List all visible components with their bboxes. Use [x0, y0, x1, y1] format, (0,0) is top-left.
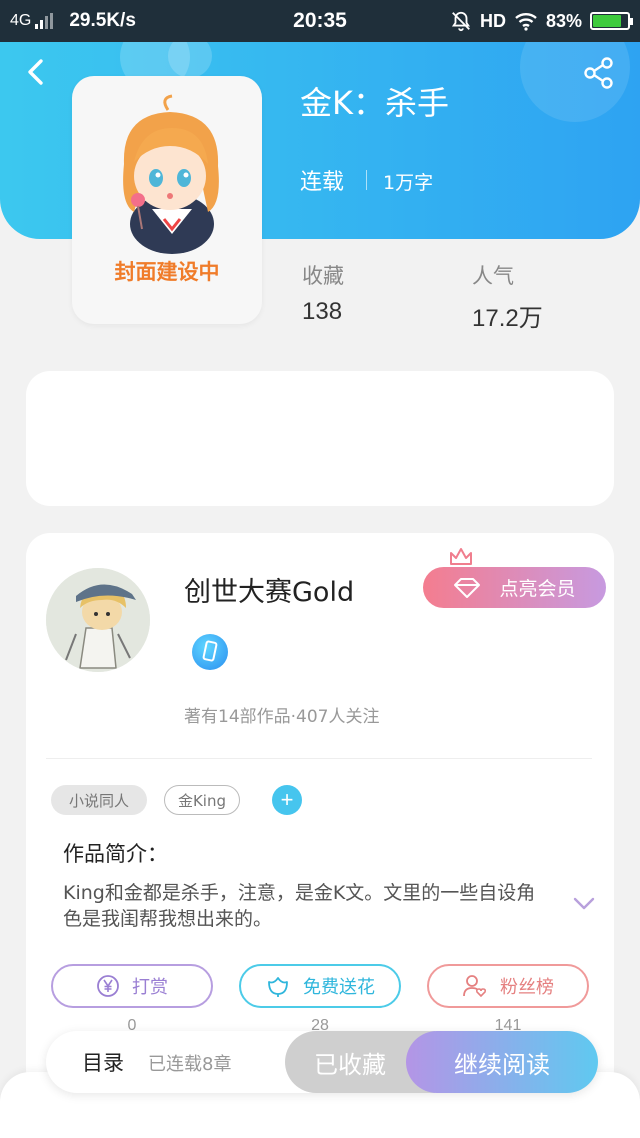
tip-button[interactable]: 打赏: [51, 964, 213, 1008]
book-status: 连载: [300, 170, 345, 195]
word-count: 1万字: [383, 172, 434, 194]
continue-reading-button[interactable]: 继续阅读: [406, 1031, 598, 1093]
wifi-icon: [515, 13, 537, 31]
chevron-down-icon[interactable]: [572, 896, 596, 912]
share-icon[interactable]: [582, 56, 616, 90]
cover-illustration: [123, 94, 219, 254]
toc-button[interactable]: 目录: [82, 1047, 124, 1077]
fan-ranking-button[interactable]: 粉丝榜: [427, 964, 589, 1008]
favorites-label: 收藏: [302, 264, 344, 288]
book-title: 金K：杀手: [300, 84, 449, 122]
continue-reading-label: 继续阅读: [454, 1050, 550, 1079]
cover-caption: 封面建设中: [114, 260, 220, 284]
vip-button[interactable]: 点亮会员: [423, 567, 606, 608]
divider: [366, 170, 367, 190]
author-name[interactable]: 创世大赛Gold: [184, 570, 354, 609]
vip-label: 点亮会员: [499, 578, 576, 600]
crown-icon: [450, 548, 472, 565]
send-flower-label: 免费送花: [303, 977, 375, 998]
tip-label: 打赏: [132, 977, 168, 998]
mute-bell-icon: [451, 11, 471, 32]
battery-icon: [590, 12, 633, 30]
tag-chip[interactable]: 小说同人: [51, 785, 147, 815]
tag-chip[interactable]: 金King: [164, 785, 240, 815]
divider: [46, 758, 592, 759]
back-arrow-icon[interactable]: [22, 58, 50, 86]
chapter-status[interactable]: 已连载8章: [148, 1050, 231, 1076]
collected-label: 已收藏: [314, 1050, 386, 1079]
decor-bubble: [168, 42, 212, 78]
intro-text: King和金都是杀手，注意，是金K文。文里的一些自设角色是我闺帮我想出来的。: [63, 882, 536, 930]
yen-coin-icon: [97, 975, 119, 997]
flower-icon: [268, 977, 288, 997]
author-meta: 著有14部作品·407人关注: [184, 707, 380, 727]
popularity-value: 17.2万: [472, 305, 543, 332]
battery-percent: 83%: [545, 10, 582, 31]
battery-level: [593, 15, 622, 27]
empty-card: [26, 371, 614, 506]
user-heart-icon: [463, 975, 487, 998]
author-badge-icon: [192, 634, 228, 670]
status-bar: 4G 29.5K/s 20:35 HD 83%: [0, 0, 640, 42]
add-tag-button[interactable]: +: [272, 785, 302, 815]
popularity-label: 人气: [472, 264, 514, 288]
hd-indicator: HD: [479, 10, 506, 31]
fan-ranking-label: 粉丝榜: [500, 977, 554, 998]
author-avatar[interactable]: [46, 568, 150, 672]
avatar-illustration: [46, 568, 150, 672]
send-flower-button[interactable]: 免费送花: [239, 964, 401, 1008]
favorites-value: 138: [302, 298, 343, 325]
book-cover[interactable]: 封面建设中: [72, 76, 262, 324]
diamond-icon: [454, 577, 481, 598]
intro-title: 作品简介：: [63, 842, 168, 866]
